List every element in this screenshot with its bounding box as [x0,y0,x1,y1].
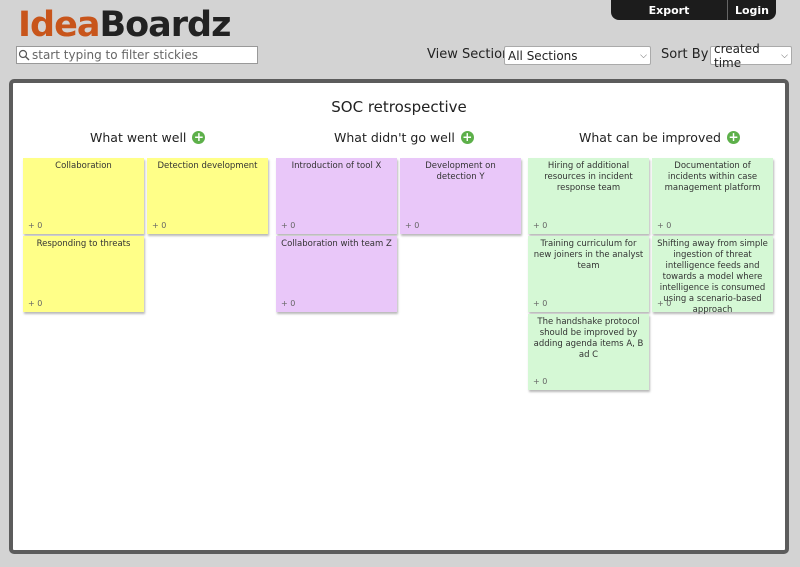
add-sticky-button[interactable]: + [726,131,740,144]
section-heading-went-well: What went well + [90,130,206,145]
app-logo: IdeaBoardz [18,5,231,45]
search-icon [17,48,31,62]
board-title: SOC retrospective [331,98,467,116]
sort-by-label: Sort By [661,47,709,62]
section-title: What can be improved [579,130,721,145]
sticky-votes[interactable]: + 0 [533,298,547,309]
sticky-text: Shifting away from simple ingestion of t… [657,239,768,315]
sticky-text: Introduction of tool X [291,161,382,171]
export-button[interactable]: Export [611,0,728,20]
sticky-note[interactable]: Shifting away from simple ingestion of t… [652,236,773,315]
sticky-votes[interactable]: + 0 [152,220,166,231]
view-section-value: All Sections [508,48,578,63]
filter-stickies-input[interactable] [31,47,251,63]
sticky-text: Training curriculum for new joiners in t… [533,239,644,271]
section-title: What went well [90,130,187,145]
sticky-note[interactable]: Introduction of tool X + 0 [276,158,397,234]
sort-by-select[interactable]: created time ⌵ [710,42,792,70]
sticky-text: Hiring of additional resources in incide… [544,161,633,193]
sticky-text: Detection development [157,161,258,171]
sticky-votes[interactable]: + 0 [281,298,295,309]
sticky-note[interactable]: Development on detection Y + 0 [400,158,521,234]
sticky-votes[interactable]: + 0 [657,298,671,309]
sticky-note[interactable]: The handshake protocol should be improve… [528,314,649,390]
section-heading-can-be-improved: What can be improved + [579,130,740,145]
sticky-text: Responding to threats [36,239,131,249]
sticky-text: Development on detection Y [425,161,496,182]
chevron-down-icon: ⌵ [781,50,788,61]
sticky-text: Documentation of incidents within case m… [664,161,761,193]
sticky-votes[interactable]: + 0 [533,376,547,387]
section-heading-didnt-go-well: What didn't go well + [334,130,474,145]
sticky-votes[interactable]: + 0 [28,220,42,231]
sticky-votes[interactable]: + 0 [405,220,419,231]
add-sticky-button[interactable]: + [192,131,206,144]
sticky-note[interactable]: Detection development + 0 [147,158,268,234]
sticky-votes[interactable]: + 0 [28,298,42,309]
sort-by-value: created time [714,41,760,70]
sticky-note[interactable]: Training curriculum for new joiners in t… [528,236,649,312]
sticky-votes[interactable]: + 0 [533,220,547,231]
view-section-select[interactable]: All Sections ⌵ [504,46,651,65]
sticky-text: Collaboration [55,161,112,171]
sticky-votes[interactable]: + 0 [657,220,671,231]
sticky-note[interactable]: Responding to threats + 0 [23,236,144,312]
logo-part-idea: Idea [18,5,100,45]
board: SOC retrospective What went well + Colla… [9,79,789,554]
sticky-note[interactable]: Collaboration + 0 [23,158,144,234]
top-action-bar: Export Login [611,0,776,20]
sticky-votes[interactable]: + 0 [281,220,295,231]
sticky-note[interactable]: Documentation of incidents within case m… [652,158,773,234]
logo-part-boardz: Boardz [99,5,231,45]
sticky-note[interactable]: Hiring of additional resources in incide… [528,158,649,234]
add-sticky-button[interactable]: + [460,131,474,144]
view-section-label: View Section [427,47,511,62]
sticky-note[interactable]: Collaboration with team Z + 0 [276,236,397,312]
sticky-text: The handshake protocol should be improve… [533,317,644,360]
sticky-text: Collaboration with team Z [281,239,392,249]
filter-box [16,46,258,64]
login-button[interactable]: Login [728,0,776,20]
section-title: What didn't go well [334,130,455,145]
chevron-down-icon: ⌵ [640,50,647,61]
